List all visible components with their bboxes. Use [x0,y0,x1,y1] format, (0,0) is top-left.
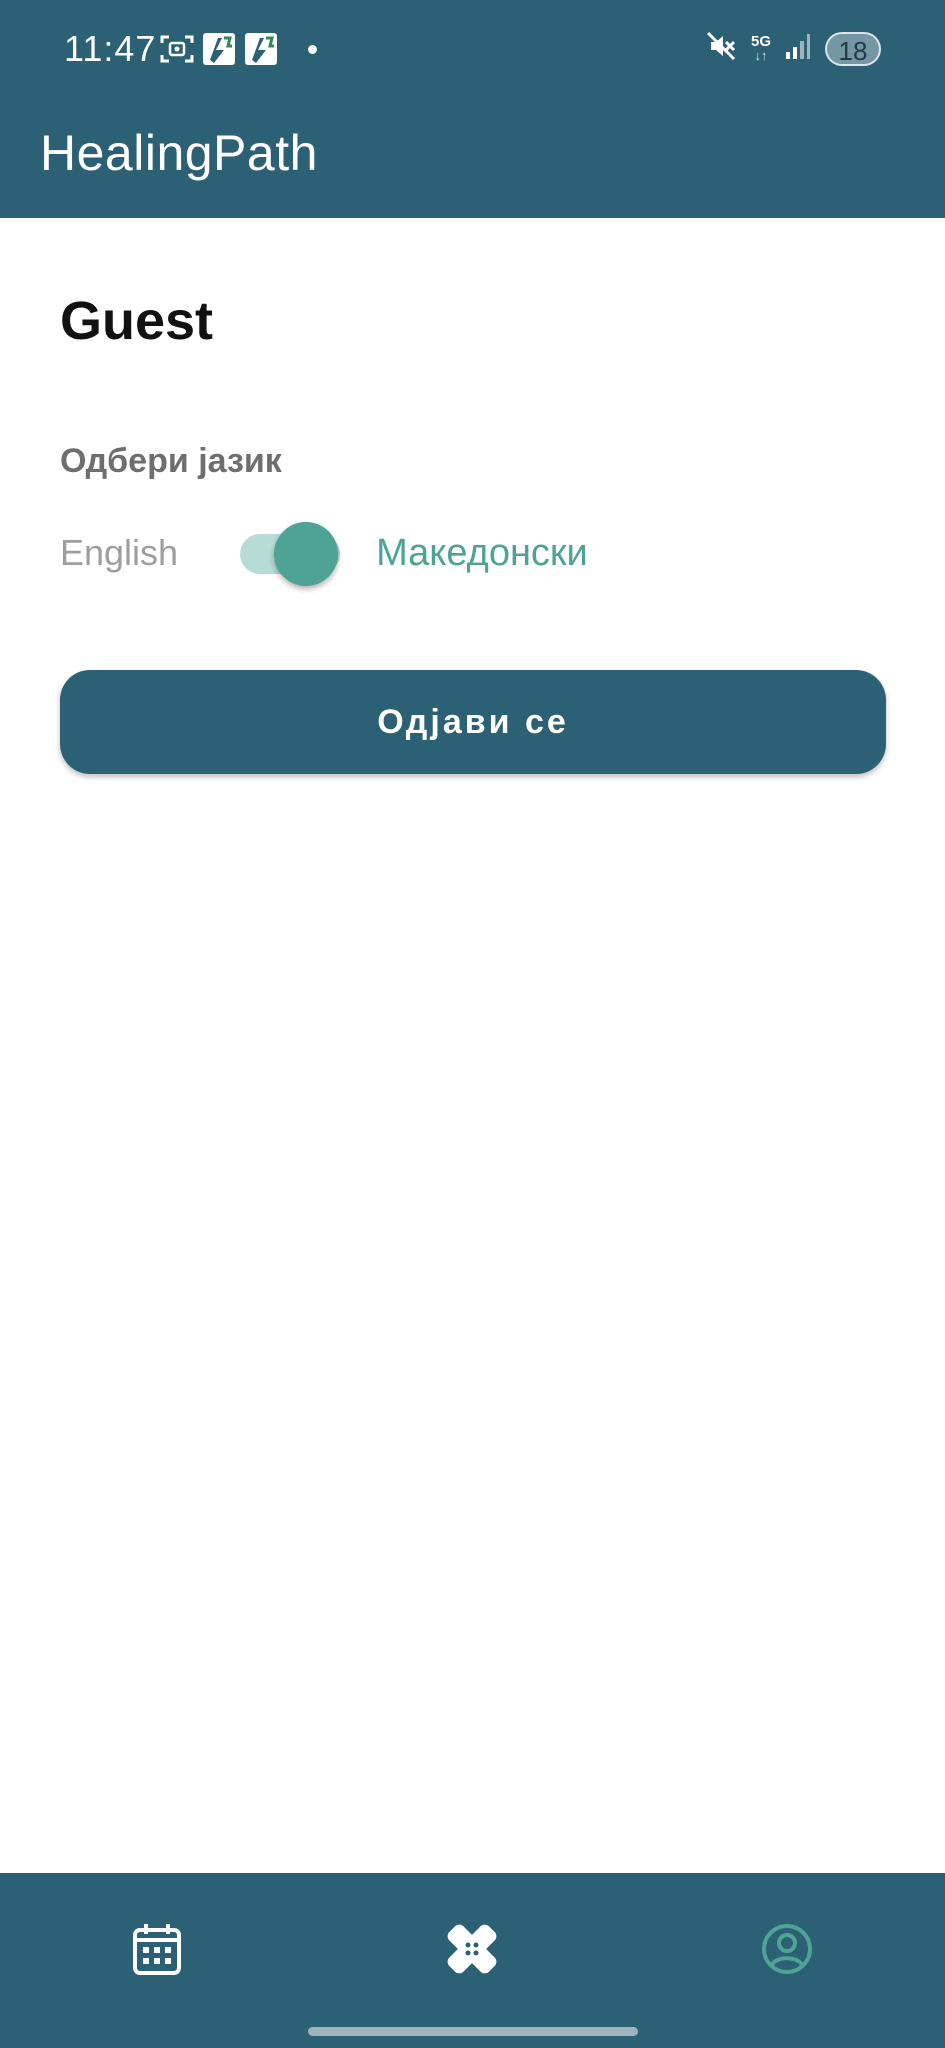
screenshot-icon [160,34,194,64]
notification-dot-icon [308,44,317,54]
calendar-icon [132,1922,182,1981]
profile-screen: 11:47 5G ↓↑ 18 HealingPath Guest Одбери … [0,0,945,2048]
mute-icon [705,30,737,67]
data-arrows-icon: ↓↑ [754,48,768,63]
language-selector: English Македонски [60,520,588,586]
status-bar: 11:47 5G ↓↑ 18 [0,0,945,100]
status-time: 11:47 [64,28,157,69]
header: 11:47 5G ↓↑ 18 HealingPath [0,0,945,218]
app-notification-icon [202,32,236,66]
nav-item-calendar[interactable] [117,1911,197,1991]
gesture-bar[interactable] [308,2027,638,2036]
5g-data-icon: 5G ↓↑ [751,34,771,63]
language-toggle[interactable] [236,520,346,586]
bandage-icon [444,1921,500,1982]
profile-icon [760,1922,814,1981]
language-option-english[interactable]: English [60,532,178,574]
user-name: Guest [60,291,214,351]
status-icons-right: 5G ↓↑ 18 [705,30,881,67]
nav-item-profile[interactable] [747,1911,827,1991]
toggle-thumb[interactable] [274,522,339,586]
app-notification-icon [244,32,278,66]
language-heading: Одбери јазик [60,442,282,480]
logout-button[interactable]: Одјави се [60,670,886,774]
battery-icon: 18 [825,31,881,66]
status-icons-left [160,32,317,66]
language-option-macedonian[interactable]: Македонски [376,532,588,575]
bottom-navigation [0,1873,945,2048]
signal-icon [785,32,811,65]
nav-item-treatment[interactable] [432,1911,512,1991]
app-title: HealingPath [40,125,318,181]
